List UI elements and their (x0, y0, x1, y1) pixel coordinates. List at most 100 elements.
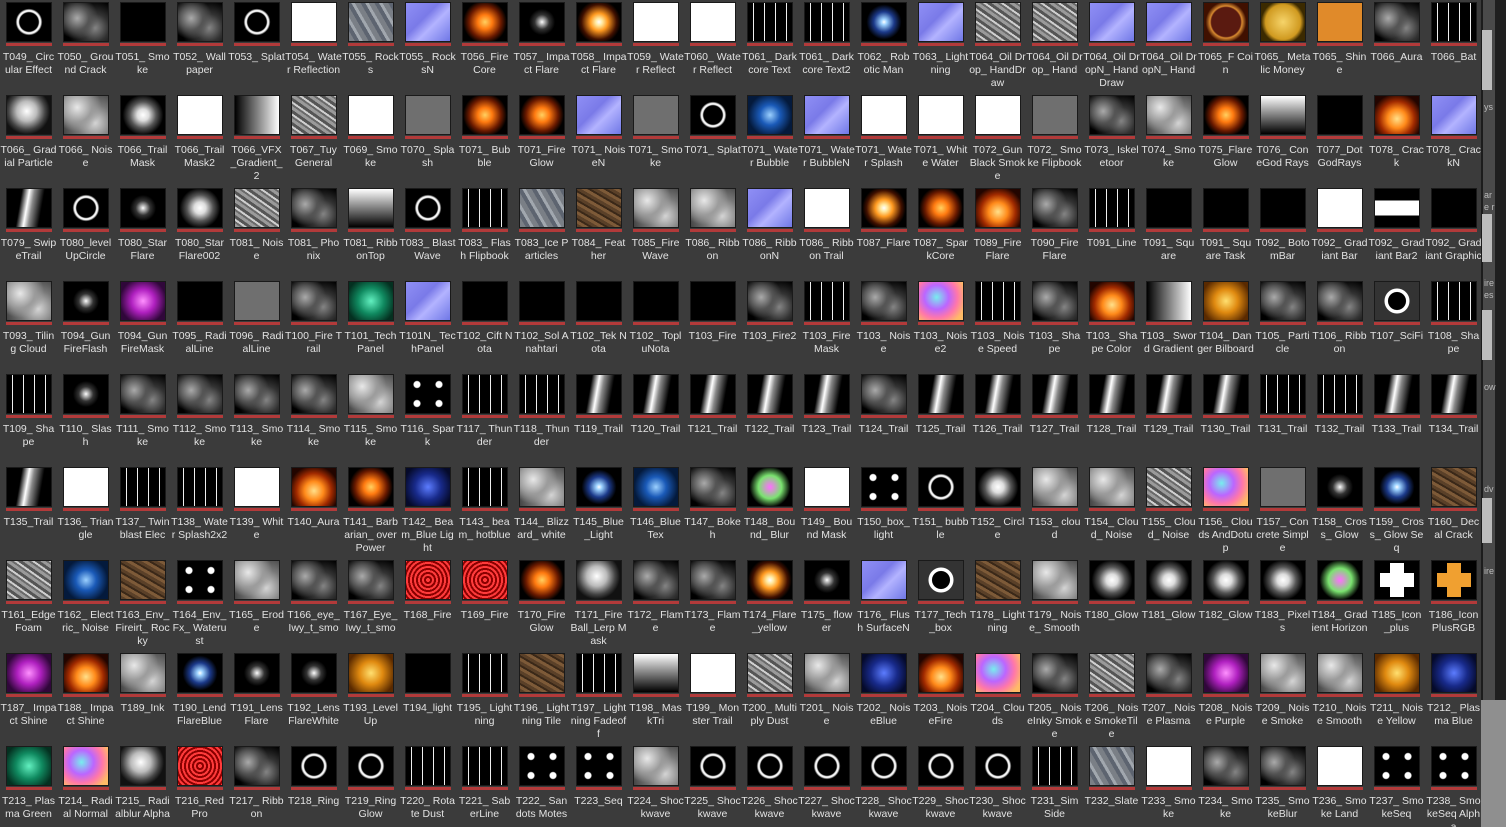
asset-tile[interactable]: T110_ Slash (57, 372, 114, 465)
asset-tile[interactable]: T190_Lend FlareBlue (171, 651, 228, 744)
asset-tile[interactable]: T167_Eye_ Iwy_t_smo (342, 558, 399, 651)
asset-tile[interactable]: T105_ Particle (1254, 279, 1311, 372)
asset-tile[interactable]: T079_ SwipeTrail (0, 186, 57, 279)
asset-tile[interactable]: T182_Glow (1197, 558, 1254, 651)
asset-tile[interactable]: T132_Trail (1311, 372, 1368, 465)
asset-tile[interactable]: T117_ Thunder (456, 372, 513, 465)
asset-tile[interactable]: T198_ MaskTri (627, 651, 684, 744)
asset-tile[interactable]: T103_ Shape (1026, 279, 1083, 372)
asset-tile[interactable]: T071_ Splat (684, 93, 741, 186)
asset-tile[interactable]: T078_ CrackN (1425, 93, 1481, 186)
asset-tile[interactable]: T065_F Coin (1197, 0, 1254, 93)
asset-tile[interactable]: T065_ Shine (1311, 0, 1368, 93)
asset-tile[interactable]: T109_ Shape (0, 372, 57, 465)
asset-tile[interactable]: T093_ Tiling Cloud (0, 279, 57, 372)
asset-tile[interactable]: T089_Fire Flare (969, 186, 1026, 279)
asset-tile[interactable]: T140_Aura (285, 465, 342, 558)
asset-tile[interactable]: T092_ Gradiant Graphic (1425, 186, 1481, 279)
asset-tile[interactable]: T070_ Splash (399, 93, 456, 186)
asset-tile[interactable]: T195_ Lightning (456, 651, 513, 744)
asset-tile[interactable]: T191_Lens Flare (228, 651, 285, 744)
asset-tile[interactable]: T205_ NoiseInky Smoke (1026, 651, 1083, 744)
asset-tile[interactable]: T179_ Noise_ Smooth (1026, 558, 1083, 651)
asset-tile[interactable]: T066_ Gradial Particle (0, 93, 57, 186)
asset-tile[interactable]: T087_Flare (855, 186, 912, 279)
asset-tile[interactable]: T154_ Cloud_ Noise (1083, 465, 1140, 558)
asset-tile[interactable]: T173_ Flame (684, 558, 741, 651)
asset-tile[interactable]: T094_Gun FireFlash (57, 279, 114, 372)
asset-tile[interactable]: T058_ Impact Flare (570, 0, 627, 93)
asset-tile[interactable]: T218_Ring (285, 744, 342, 827)
asset-tile[interactable]: T189_Ink (114, 651, 171, 744)
asset-tile[interactable]: T053_ Splat (228, 0, 285, 93)
asset-tile[interactable]: T126_Trail (969, 372, 1026, 465)
asset-tile[interactable]: T183_ Pixels (1254, 558, 1311, 651)
asset-tile[interactable]: T161_Edge Foam (0, 558, 57, 651)
asset-tile[interactable]: T064_Oil Drop_ Hand (1026, 0, 1083, 93)
asset-tile[interactable]: T057_ Impact Flare (513, 0, 570, 93)
asset-tile[interactable]: T101N_ TechPanel (399, 279, 456, 372)
asset-tile[interactable]: T065_ Metalic Money (1254, 0, 1311, 93)
asset-tile[interactable]: T230_ Shockwave (969, 744, 1026, 827)
asset-tile[interactable]: T124_Trail (855, 372, 912, 465)
asset-tile[interactable]: T177_Tech _box (912, 558, 969, 651)
asset-tile[interactable]: T231_Sim Side (1026, 744, 1083, 827)
asset-tile[interactable]: T071_ Water Bubble (741, 93, 798, 186)
asset-tile[interactable]: T103_ Sword Gradient (1140, 279, 1197, 372)
asset-tile[interactable]: T143_ beam_ hotblue (456, 465, 513, 558)
asset-tile[interactable]: T213_ Plasma Green (0, 744, 57, 827)
asset-tile[interactable]: T141_ Barbarian_ overPower (342, 465, 399, 558)
asset-tile[interactable]: T071_ Bubble (456, 93, 513, 186)
asset-tile[interactable]: T106_ Ribbon (1311, 279, 1368, 372)
asset-tile[interactable]: T207_ Noise Plasma (1140, 651, 1197, 744)
asset-tile[interactable]: T066_ Noise (57, 93, 114, 186)
asset-tile[interactable]: T120_Trail (627, 372, 684, 465)
asset-tile[interactable]: T169_Fire (456, 558, 513, 651)
asset-tile[interactable]: T074_ Smoke (1140, 93, 1197, 186)
asset-tile[interactable]: T055_ Rocks (342, 0, 399, 93)
asset-tile[interactable]: T235_ SmokeBlur (1254, 744, 1311, 827)
asset-tile[interactable]: T091_Line (1083, 186, 1140, 279)
asset-tile[interactable]: T071_Fire Glow (513, 93, 570, 186)
asset-tile[interactable]: T228_ Shockwave (855, 744, 912, 827)
asset-tile[interactable]: T055_ RocksN (399, 0, 456, 93)
asset-tile[interactable]: T063_ Lightning (912, 0, 969, 93)
asset-tile[interactable]: T072_ Smoke Flipbook (1026, 93, 1083, 186)
asset-tile[interactable]: T090_Fire Flare (1026, 186, 1083, 279)
asset-tile[interactable]: T077_Dot GodRays (1311, 93, 1368, 186)
asset-tile[interactable]: T170_Fire Glow (513, 558, 570, 651)
asset-tile[interactable]: T119_Trail (570, 372, 627, 465)
asset-tile[interactable]: T199_ Monster Trail (684, 651, 741, 744)
asset-tile[interactable]: T144_ Blizzard_ white (513, 465, 570, 558)
asset-tile[interactable]: T211_ Noise Yellow (1368, 651, 1425, 744)
asset-tile[interactable]: T217_ Ribbon (228, 744, 285, 827)
asset-tile[interactable]: T178_ Lightning (969, 558, 1026, 651)
asset-tile[interactable]: T223_Seq (570, 744, 627, 827)
asset-tile[interactable]: T092_ BotomBar (1254, 186, 1311, 279)
scrollbar-thumb-3[interactable] (1482, 310, 1492, 360)
asset-tile[interactable]: T051_ Smoke (114, 0, 171, 93)
asset-tile[interactable]: T186_Icon PlusRGB (1425, 558, 1481, 651)
asset-tile[interactable]: T073_ Iskeletoor (1083, 93, 1140, 186)
asset-tile[interactable]: T081_ Noise (228, 186, 285, 279)
asset-tile[interactable]: T080_level UpCircle (57, 186, 114, 279)
asset-tile[interactable]: T103_Fire2 (741, 279, 798, 372)
asset-tile[interactable]: T103_ Noise (855, 279, 912, 372)
asset-tile[interactable]: T136_ Triangle (57, 465, 114, 558)
asset-tile[interactable]: T156_ Clouds AndDotup (1197, 465, 1254, 558)
asset-tile[interactable]: T200_ Multiply Dust (741, 651, 798, 744)
asset-tile[interactable]: T187_ Impact Shine (0, 651, 57, 744)
asset-tile[interactable]: T086_ Ribbon (684, 186, 741, 279)
asset-tile[interactable]: T083_ Flash Flipbook (456, 186, 513, 279)
asset-tile[interactable]: T102_Cift Nota (456, 279, 513, 372)
asset-tile[interactable]: T066_VFX _Gradient_ 2 (228, 93, 285, 186)
asset-tile[interactable]: T122_Trail (741, 372, 798, 465)
asset-tile[interactable]: T146_Blue Tex (627, 465, 684, 558)
asset-tile[interactable]: T165_ Erode (228, 558, 285, 651)
asset-tile[interactable]: T115_ Smoke (342, 372, 399, 465)
asset-tile[interactable]: T138_ Water Splash2x2 (171, 465, 228, 558)
asset-tile[interactable]: T064_Oil DropN_ HandDraw (1083, 0, 1140, 93)
asset-tile[interactable]: T107_SciFi (1368, 279, 1425, 372)
asset-tile[interactable]: T061_ Darkcore Text2 (798, 0, 855, 93)
asset-tile[interactable]: T214_ Radial Normal (57, 744, 114, 827)
